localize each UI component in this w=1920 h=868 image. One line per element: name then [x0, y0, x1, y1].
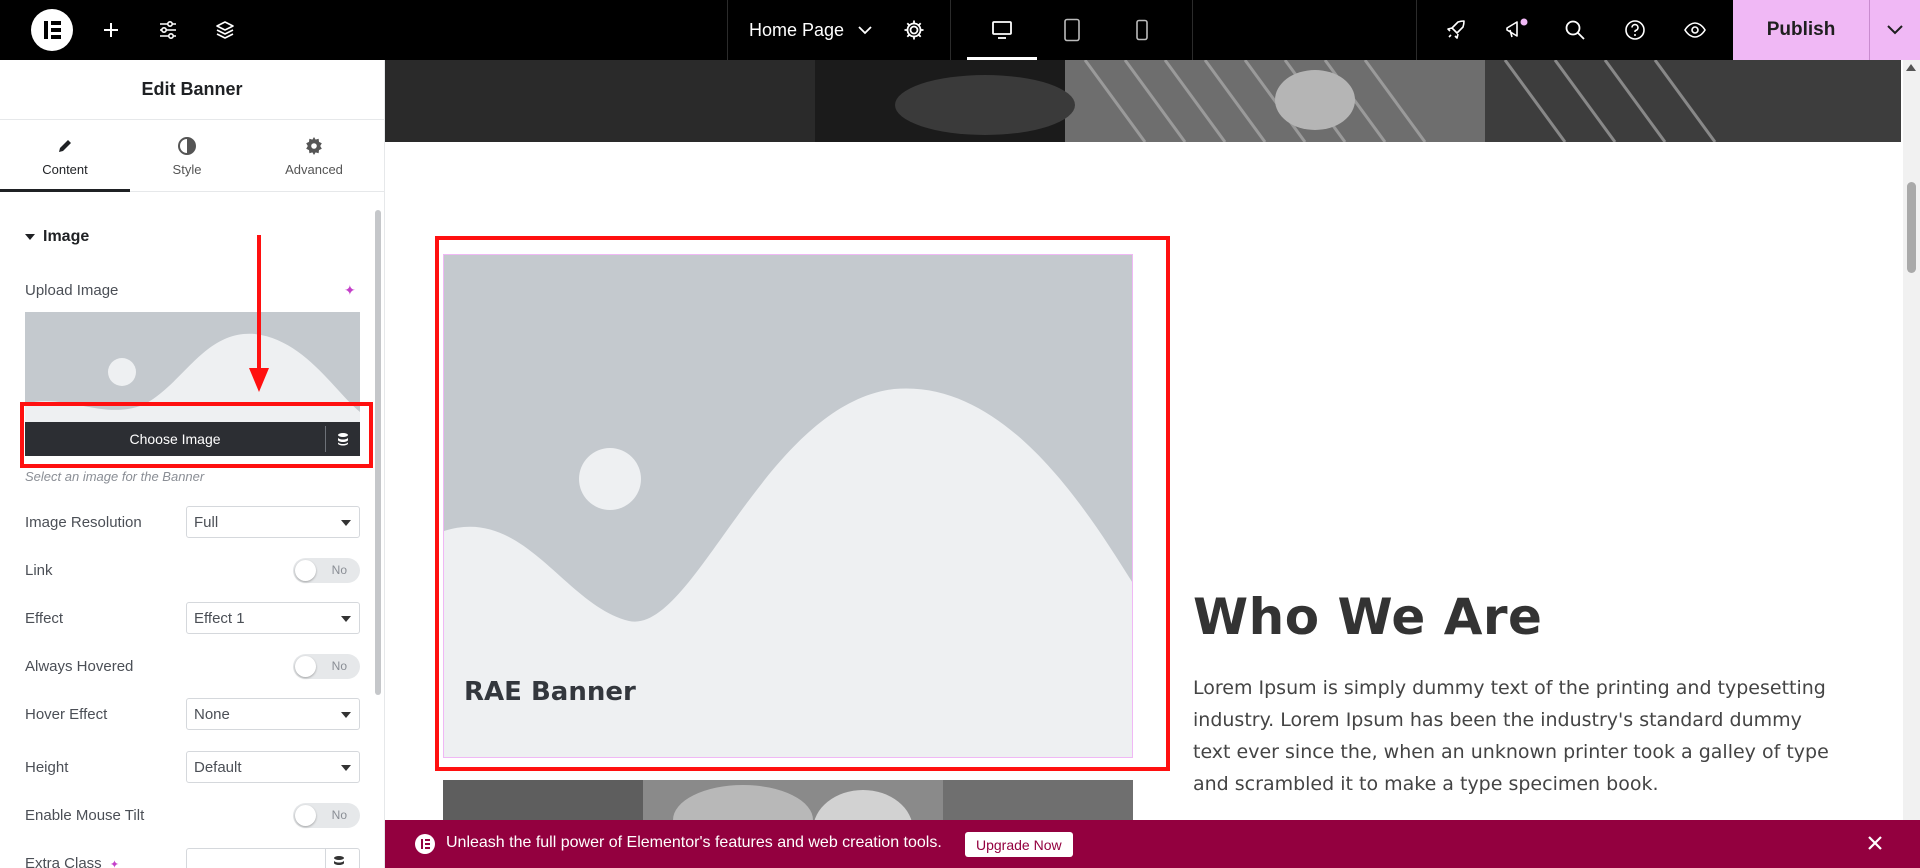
mobile-icon[interactable]: [1127, 0, 1157, 60]
promo-text: Unleash the full power of Elementor's fe…: [446, 834, 942, 851]
extra-class-label: Extra Class ✦: [25, 855, 119, 868]
help-icon[interactable]: [1620, 0, 1650, 60]
link-label: Link: [25, 562, 53, 579]
divider: [727, 0, 728, 60]
megaphone-icon[interactable]: [1500, 0, 1534, 60]
annotation-highlight-box: [20, 402, 373, 468]
image-resolution-label: Image Resolution: [25, 514, 142, 531]
always-hovered-toggle[interactable]: No: [293, 654, 360, 679]
publish-options-button[interactable]: [1870, 0, 1920, 60]
extra-class-input[interactable]: [186, 848, 360, 868]
panel-title: Edit Banner: [0, 60, 384, 120]
caret-down-icon: [341, 616, 351, 622]
tab-advanced[interactable]: Advanced: [250, 120, 378, 192]
caret-down-icon: [25, 234, 35, 240]
ai-sparkle-icon[interactable]: ✦: [110, 859, 119, 868]
upgrade-now-button[interactable]: Upgrade Now: [965, 832, 1073, 857]
search-icon[interactable]: [1560, 0, 1590, 60]
dynamic-tags-icon[interactable]: [333, 855, 345, 868]
top-bar: Home Page Publish: [0, 0, 1920, 60]
eye-icon[interactable]: [1680, 0, 1710, 60]
caret-down-icon: [341, 712, 351, 718]
close-icon[interactable]: [1866, 834, 1884, 857]
tab-advanced-label: Advanced: [285, 161, 343, 177]
page-name-label: Home Page: [749, 19, 845, 40]
height-label: Height: [25, 759, 69, 776]
section-heading: Who We Are: [1193, 588, 1543, 646]
tab-content[interactable]: Content: [1, 120, 129, 192]
divider: [1416, 0, 1417, 60]
caret-down-icon: [341, 765, 351, 771]
toggle-knob: [295, 560, 316, 581]
effect-label: Effect: [25, 610, 64, 627]
toggle-knob: [295, 656, 316, 677]
layers-icon[interactable]: [210, 0, 240, 60]
add-icon[interactable]: [96, 0, 126, 60]
preview-canvas: RAE Banner Who We Are Lorem Ipsum is sim…: [385, 60, 1920, 868]
gear-icon: [304, 136, 324, 156]
hover-effect-select[interactable]: None: [186, 698, 360, 730]
mouse-tilt-toggle[interactable]: No: [293, 803, 360, 828]
elementor-logo-icon: [415, 834, 435, 854]
elementor-logo-icon[interactable]: [31, 9, 73, 51]
page-name-dropdown[interactable]: Home Page: [749, 0, 872, 60]
link-toggle[interactable]: No: [293, 558, 360, 583]
hero-photo: [385, 60, 1901, 142]
effect-value: Effect 1: [194, 609, 245, 627]
extra-class-text: Extra Class: [25, 855, 102, 868]
tab-style[interactable]: Style: [123, 120, 251, 192]
divider: [325, 849, 326, 868]
image-hint: Select an image for the Banner: [25, 469, 205, 484]
desktop-icon[interactable]: [987, 0, 1017, 60]
promo-banner: Unleash the full power of Elementor's fe…: [385, 820, 1920, 868]
height-value: Default: [194, 758, 242, 776]
sliders-icon[interactable]: [153, 0, 183, 60]
publish-button[interactable]: Publish: [1733, 0, 1869, 60]
image-resolution-value: Full: [194, 513, 219, 531]
mouse-tilt-value: No: [331, 808, 347, 822]
always-hovered-label: Always Hovered: [25, 658, 134, 675]
section-image-toggle[interactable]: Image: [25, 228, 89, 246]
chevron-down-icon: [858, 25, 872, 34]
always-hovered-value: No: [331, 659, 347, 673]
tab-content-label: Content: [42, 161, 88, 177]
rocket-icon[interactable]: [1441, 0, 1471, 60]
divider: [1192, 0, 1193, 60]
toggle-knob: [295, 805, 316, 826]
hover-effect-label: Hover Effect: [25, 706, 108, 723]
canvas-scrollbar-thumb[interactable]: [1907, 182, 1916, 273]
chevron-down-icon: [1887, 25, 1903, 35]
tablet-icon[interactable]: [1057, 0, 1087, 60]
section-title: Image: [43, 228, 90, 245]
panel-scrollbar[interactable]: [375, 210, 381, 695]
upload-image-label: Upload Image: [25, 282, 119, 299]
gear-icon[interactable]: [899, 0, 929, 60]
panel-tabs: Content Style Advanced: [0, 120, 384, 192]
active-tab-indicator: [0, 189, 130, 192]
mouse-tilt-label: Enable Mouse Tilt: [25, 807, 145, 824]
pencil-icon: [55, 136, 75, 156]
image-resolution-select[interactable]: Full: [186, 506, 360, 538]
section-text: Lorem Ipsum is simply dummy text of the …: [1193, 677, 1829, 795]
link-toggle-value: No: [331, 563, 347, 577]
annotation-highlight-box: [435, 236, 1170, 771]
height-select[interactable]: Default: [186, 751, 360, 783]
scroll-up-arrow-icon[interactable]: [1906, 64, 1916, 71]
tab-style-label: Style: [172, 161, 202, 177]
ai-sparkle-icon[interactable]: ✦: [344, 282, 356, 299]
divider: [950, 0, 951, 60]
contrast-icon: [177, 136, 197, 156]
effect-select[interactable]: Effect 1: [186, 602, 360, 634]
caret-down-icon: [341, 520, 351, 526]
hover-effect-value: None: [194, 705, 230, 723]
hero-image: [385, 60, 1901, 142]
